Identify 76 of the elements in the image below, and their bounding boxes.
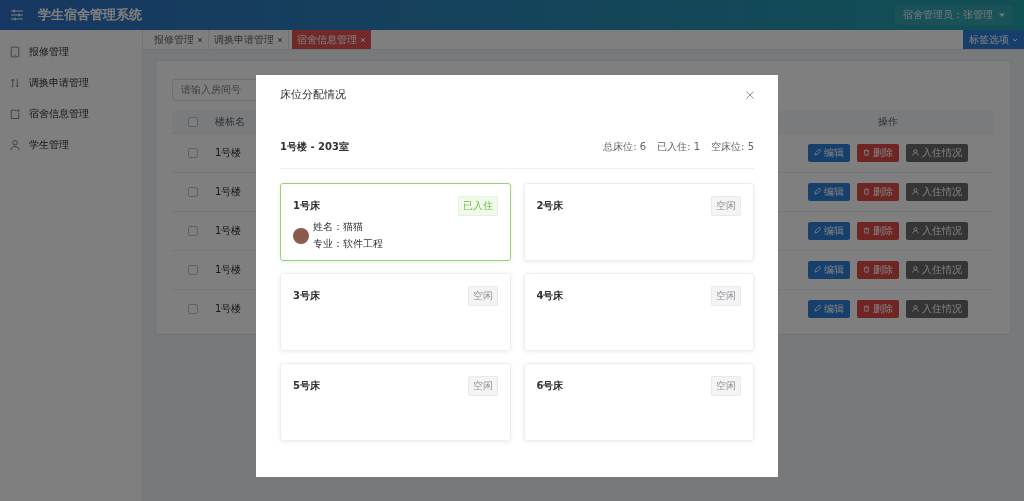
- person-icon: [912, 305, 920, 312]
- person-icon: [912, 188, 920, 195]
- edit-button[interactable]: 编辑: [807, 143, 850, 162]
- bed-name: 1号床: [293, 199, 320, 213]
- delete-button[interactable]: 删除: [857, 221, 899, 240]
- sidebar-item[interactable]: 学生管理: [0, 129, 142, 160]
- trash-icon: [863, 227, 870, 234]
- column-header: 楼栋名: [215, 115, 245, 127]
- trash-icon: [863, 305, 870, 312]
- person-icon: [912, 149, 920, 156]
- trash-icon: [863, 188, 870, 195]
- status-tag: 空闲: [711, 376, 741, 396]
- delete-button[interactable]: 删除: [857, 143, 899, 162]
- checkbox[interactable]: [188, 187, 198, 197]
- status-tag: 空闲: [711, 286, 741, 306]
- checkbox[interactable]: [188, 304, 198, 314]
- tab[interactable]: 宿舍信息管理: [292, 30, 371, 49]
- person-icon: [912, 266, 920, 273]
- checkbox[interactable]: [188, 226, 198, 236]
- student-major: 专业：软件工程: [313, 237, 383, 251]
- delete-button[interactable]: 删除: [857, 182, 899, 201]
- menu-icon[interactable]: [10, 8, 24, 22]
- trash-icon: [863, 266, 870, 273]
- tab[interactable]: 报修管理: [149, 30, 209, 49]
- sidebar-item[interactable]: 调换申请管理: [0, 67, 142, 98]
- pencil-icon: [813, 188, 821, 195]
- edit-button[interactable]: 编辑: [807, 182, 850, 201]
- pencil-icon: [813, 227, 821, 234]
- bed-name: 6号床: [536, 379, 564, 393]
- user-icon: [9, 138, 21, 151]
- pencil-icon: [813, 266, 821, 273]
- bed-name: 4号床: [536, 289, 564, 303]
- pencil-icon: [813, 305, 821, 312]
- sidebar-item[interactable]: 报修管理: [0, 36, 142, 67]
- bed-stat: 总床位: 6: [603, 140, 647, 154]
- table-cell: 1号楼: [215, 224, 242, 236]
- column-header: 操作: [878, 115, 898, 127]
- bed-stat: 已入住: 1: [657, 140, 701, 154]
- tab[interactable]: 调换申请管理: [209, 30, 289, 49]
- edit-button[interactable]: 编辑: [807, 299, 850, 318]
- bed-name: 3号床: [293, 289, 320, 303]
- tab-options-button[interactable]: 标签选项: [963, 30, 1024, 49]
- checkbox[interactable]: [188, 148, 198, 158]
- chevron-icon: [1012, 36, 1018, 43]
- tablet-icon: [9, 45, 21, 58]
- bed-stat: 空床位: 5: [711, 140, 754, 154]
- delete-button[interactable]: 删除: [857, 260, 899, 279]
- student-name: 姓名：猫猫: [313, 220, 364, 234]
- delete-button[interactable]: 删除: [857, 299, 899, 318]
- checkbox[interactable]: [188, 265, 198, 275]
- person-icon: [912, 227, 920, 234]
- table-cell: 1号楼: [215, 302, 242, 314]
- edit-button[interactable]: 编辑: [807, 260, 850, 279]
- edit-button[interactable]: 编辑: [807, 221, 850, 240]
- status-tag: 空闲: [711, 196, 741, 216]
- close-icon[interactable]: [746, 90, 754, 99]
- sidebar-item[interactable]: 宿舍信息管理: [0, 98, 142, 129]
- room-title: 1号楼 - 203室: [280, 140, 349, 154]
- table-cell: 1号楼: [215, 146, 242, 158]
- status-tag: 已入住: [457, 196, 498, 216]
- close-icon[interactable]: [197, 36, 203, 43]
- status-tag: 空闲: [467, 286, 498, 306]
- arrows-icon: [9, 76, 21, 89]
- checkbox[interactable]: [188, 117, 198, 127]
- bed-name: 2号床: [536, 199, 564, 213]
- close-icon[interactable]: [277, 36, 283, 43]
- bed-name: 5号床: [293, 379, 320, 393]
- trash-icon: [863, 149, 870, 156]
- table-cell: 1号楼: [215, 263, 242, 275]
- app-title: 学生宿舍管理系统: [38, 6, 142, 24]
- table-cell: 1号楼: [215, 185, 242, 197]
- caret-icon: [998, 11, 1006, 19]
- pencil-icon: [813, 149, 821, 156]
- avatar: [293, 227, 309, 244]
- document-icon: [9, 107, 21, 120]
- status-tag: 空闲: [467, 376, 498, 396]
